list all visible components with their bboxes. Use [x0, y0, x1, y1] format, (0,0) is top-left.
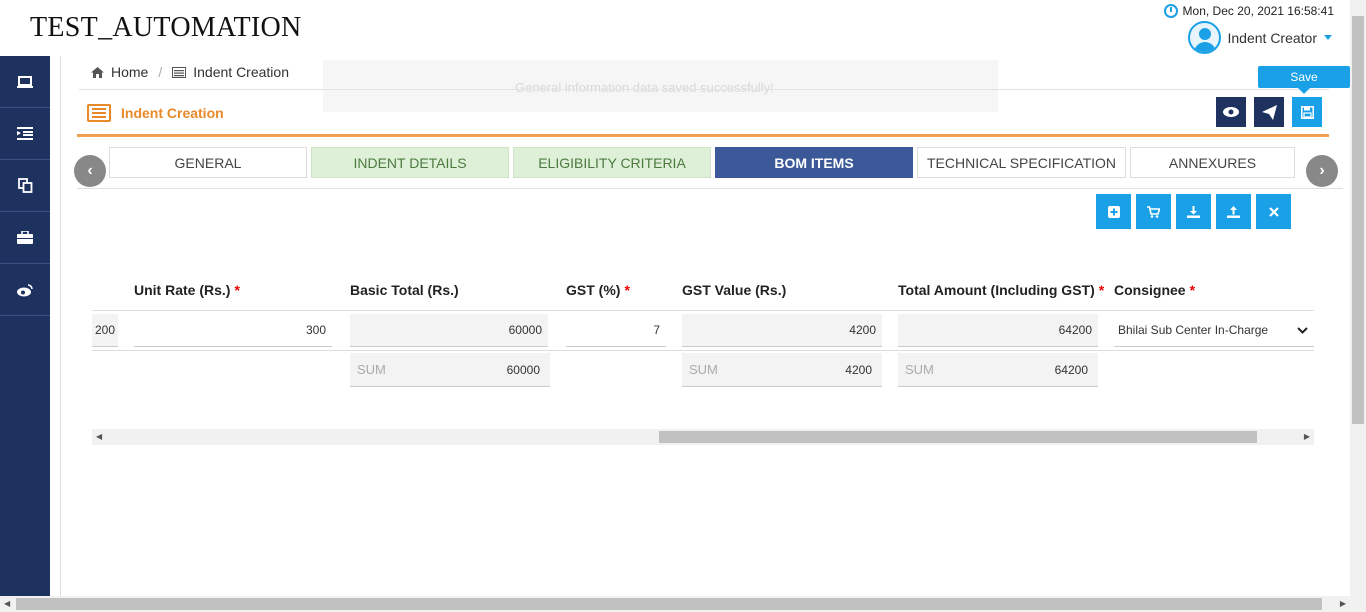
chevron-right-icon: ›: [1319, 162, 1325, 179]
clock-icon: [1163, 4, 1178, 18]
page-scroll-right-icon[interactable]: ▶: [1340, 599, 1346, 608]
app-title: TEST_AUTOMATION: [30, 12, 302, 43]
breadcrumb-separator: /: [158, 64, 163, 80]
row-divider: [92, 350, 1314, 351]
copy-icon: [17, 178, 32, 193]
breadcrumb-current: Indent Creation: [193, 64, 289, 80]
upload-icon: [1227, 205, 1240, 218]
breadcrumb-home[interactable]: Home: [111, 64, 148, 80]
save-tooltip: Save: [1258, 66, 1350, 94]
eye-icon: [1223, 107, 1239, 117]
download-button[interactable]: [1176, 194, 1211, 229]
header-divider: [92, 310, 1314, 311]
avatar: [1187, 21, 1221, 54]
divider: [79, 89, 1329, 90]
basic-total-sum: SUM 60000: [350, 353, 550, 387]
weibo-icon: [16, 283, 33, 296]
page-title: Indent Creation: [87, 104, 224, 122]
tab-indent-details[interactable]: INDENT DETAILS: [311, 147, 509, 178]
tabs-next-button[interactable]: ›: [1306, 155, 1338, 187]
quantity-cell[interactable]: 200: [92, 314, 118, 347]
user-menu[interactable]: Indent Creator: [1187, 21, 1332, 54]
page-scroll-left-icon[interactable]: ◀: [4, 599, 10, 608]
chevron-down-icon: [1297, 326, 1308, 334]
tab-general[interactable]: GENERAL: [109, 147, 307, 178]
indent-list-icon: [17, 127, 33, 140]
top-bar: TEST_AUTOMATION Mon, Dec 20, 2021 16:58:…: [0, 0, 1366, 56]
column-header-total-amount: Total Amount (Including GST) *: [898, 282, 1105, 298]
save-button[interactable]: [1292, 97, 1322, 127]
home-icon: [91, 66, 104, 78]
gst-percent-input[interactable]: 7: [566, 314, 666, 347]
sidebar-item-copy[interactable]: [0, 160, 50, 212]
download-icon: [1187, 205, 1200, 218]
column-header-unit-rate: Unit Rate (Rs.) *: [134, 282, 240, 298]
tab-bar: ‹ GENERAL INDENT DETAILS ELIGIBILITY CRI…: [74, 144, 1345, 190]
column-header-basic-total: Basic Total (Rs.): [350, 282, 459, 298]
gst-value-sum: SUM 4200: [682, 353, 882, 387]
toast-message: General information data saved successfu…: [323, 60, 998, 112]
column-header-gst-value: GST Value (Rs.): [682, 282, 787, 298]
sidebar: [0, 56, 50, 596]
add-item-button[interactable]: [1096, 194, 1131, 229]
page-title-text: Indent Creation: [121, 105, 224, 121]
datetime-text: Mon, Dec 20, 2021 16:58:41: [1182, 4, 1334, 18]
floppy-disk-icon: [1300, 105, 1314, 119]
sidebar-item-weibo[interactable]: [0, 264, 50, 316]
scrollbar-thumb[interactable]: [659, 431, 1257, 443]
tab-technical-specification[interactable]: TECHNICAL SPECIFICATION: [917, 147, 1126, 178]
chevron-left-icon: ‹: [87, 162, 93, 179]
tab-annexures[interactable]: ANNEXURES: [1130, 147, 1295, 178]
basic-total-field: 60000: [350, 314, 548, 347]
tab-bom-items[interactable]: BOM ITEMS: [715, 147, 913, 178]
breadcrumb: Home / Indent Creation: [91, 64, 289, 80]
sidebar-item-indents[interactable]: [0, 108, 50, 160]
tab-eligibility-criteria[interactable]: ELIGIBILITY CRITERIA: [513, 147, 711, 178]
sidebar-item-briefcase[interactable]: [0, 212, 50, 264]
consignee-select[interactable]: Bhilai Sub Center In-Charge: [1114, 314, 1314, 347]
sidebar-item-dashboard[interactable]: [0, 56, 50, 108]
gst-value-field: 4200: [682, 314, 882, 347]
table-horizontal-scrollbar[interactable]: ◀ ▶: [92, 429, 1314, 445]
vertical-scrollbar-thumb[interactable]: [1352, 16, 1364, 424]
tabs-prev-button[interactable]: ‹: [74, 155, 106, 187]
upload-button[interactable]: [1216, 194, 1251, 229]
tabs-divider: [77, 188, 1343, 189]
submit-button[interactable]: [1254, 97, 1284, 127]
unit-rate-input[interactable]: 300: [134, 314, 332, 347]
plus-square-icon: [1107, 205, 1120, 218]
column-header-consignee: Consignee *: [1114, 282, 1196, 298]
briefcase-icon: [17, 231, 33, 244]
cart-button[interactable]: [1136, 194, 1171, 229]
title-underline: [77, 134, 1329, 137]
laptop-icon: [17, 75, 33, 88]
clear-button[interactable]: [1256, 194, 1291, 229]
user-name: Indent Creator: [1227, 29, 1318, 46]
scroll-left-icon[interactable]: ◀: [96, 432, 102, 441]
close-icon: [1268, 206, 1279, 217]
preview-button[interactable]: [1216, 97, 1246, 127]
total-amount-field: 64200: [898, 314, 1098, 347]
page-horizontal-scrollbar[interactable]: ◀ ▶: [0, 596, 1366, 612]
consignee-value: Bhilai Sub Center In-Charge: [1118, 323, 1269, 337]
datetime: Mon, Dec 20, 2021 16:58:41: [1163, 4, 1334, 18]
paper-plane-icon: [1261, 104, 1277, 120]
main-content: Home / Indent Creation General informati…: [60, 56, 1350, 596]
scroll-right-icon[interactable]: ▶: [1304, 432, 1310, 441]
list-icon: [87, 104, 111, 122]
page-vertical-scrollbar[interactable]: [1350, 0, 1366, 596]
caret-down-icon: [1324, 35, 1332, 40]
total-amount-sum: SUM 64200: [898, 353, 1098, 387]
cart-icon: [1147, 205, 1160, 218]
list-alt-icon: [172, 66, 187, 78]
column-header-gst-percent: GST (%) *: [566, 282, 630, 298]
page-scrollbar-thumb[interactable]: [16, 598, 1322, 610]
